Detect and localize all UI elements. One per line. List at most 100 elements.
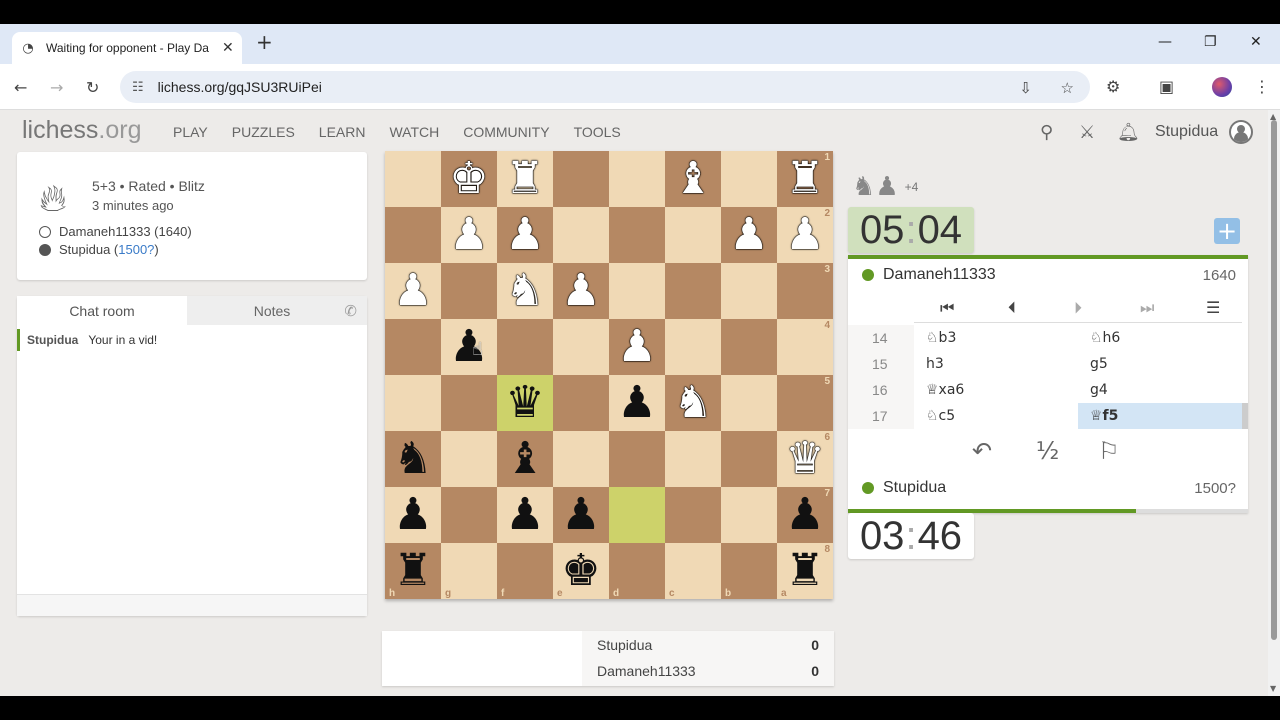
new-tab-icon[interactable]: + bbox=[256, 30, 273, 54]
minimize-icon[interactable]: — bbox=[1158, 34, 1172, 50]
board-square[interactable] bbox=[385, 319, 441, 375]
board-square[interactable] bbox=[609, 263, 665, 319]
black-rook-icon[interactable]: ♜ bbox=[393, 543, 432, 599]
board-square[interactable] bbox=[385, 151, 441, 207]
board-square[interactable] bbox=[721, 487, 777, 543]
board-square[interactable] bbox=[665, 207, 721, 263]
scroll-thumb[interactable] bbox=[1271, 120, 1277, 640]
board-square[interactable] bbox=[441, 431, 497, 487]
user-avatar-icon[interactable] bbox=[1229, 120, 1253, 144]
board-square[interactable]: 3 bbox=[777, 263, 833, 319]
white-king-icon[interactable]: ♚ bbox=[449, 151, 488, 207]
board-square[interactable] bbox=[665, 431, 721, 487]
first-move-icon[interactable]: ⏮ bbox=[940, 298, 954, 318]
board-square[interactable] bbox=[385, 375, 441, 431]
board-square[interactable]: d bbox=[609, 543, 665, 599]
board-square[interactable]: ♟ bbox=[441, 207, 497, 263]
board-square[interactable] bbox=[441, 263, 497, 319]
page-scrollbar[interactable]: ▲ ▼ bbox=[1268, 110, 1280, 696]
board-square[interactable]: ♟ bbox=[609, 319, 665, 375]
nav-learn[interactable]: LEARN bbox=[319, 124, 366, 140]
chess-board[interactable]: ♚ ♜ ♝ ♜ 1 ♟ ♟ ♟ ♟ 2 ♟ ♞ ♟ 3 ♟ ♟ 4 ♛ ♟ ♞ 5 ♞ ♝ ♛ 6 ♟ ♟ ♟ ♟ 7 ♜ h g f ♚ e d c b ♜… bbox=[385, 151, 833, 599]
white-bishop-icon[interactable]: ♝ bbox=[673, 151, 712, 207]
notifications-bell-icon[interactable]: 🔔︎ bbox=[1117, 122, 1140, 143]
board-square[interactable]: ♟ bbox=[609, 375, 665, 431]
black-queen-icon[interactable]: ♛ bbox=[505, 375, 544, 431]
browser-tab[interactable]: ◔ Waiting for opponent - Play Da ✕ bbox=[12, 32, 242, 64]
board-square[interactable] bbox=[553, 431, 609, 487]
scroll-down-icon[interactable]: ▼ bbox=[1270, 684, 1276, 693]
white-pawn-icon[interactable]: ♟ bbox=[505, 207, 544, 263]
move-list-scrollbar[interactable] bbox=[1242, 403, 1248, 429]
close-window-icon[interactable]: ✕ bbox=[1250, 34, 1262, 50]
board-square[interactable] bbox=[553, 207, 609, 263]
black-knight-icon[interactable]: ♞ bbox=[393, 431, 432, 487]
board-square[interactable] bbox=[721, 319, 777, 375]
resign-flag-icon[interactable]: ⚐ bbox=[1098, 437, 1120, 465]
menu-dots-icon[interactable]: ⋮ bbox=[1254, 77, 1270, 96]
white-rook-icon[interactable]: ♜ bbox=[785, 151, 824, 207]
board-square[interactable] bbox=[609, 151, 665, 207]
address-bar[interactable]: ☷ lichess.org/gqJSU3RUiPei ⇩ ☆ bbox=[120, 71, 1090, 103]
player-bottom[interactable]: Stupidua 1500? bbox=[848, 472, 1248, 504]
board-square[interactable] bbox=[721, 375, 777, 431]
board-square[interactable] bbox=[385, 207, 441, 263]
board-square[interactable]: ♞ bbox=[385, 431, 441, 487]
board-square[interactable]: ♝ bbox=[497, 431, 553, 487]
board-square[interactable]: ♞ bbox=[665, 375, 721, 431]
bookmark-star-icon[interactable]: ☆ bbox=[1061, 79, 1074, 97]
board-square[interactable] bbox=[665, 319, 721, 375]
board-square[interactable]: ♟ bbox=[497, 487, 553, 543]
move-white[interactable]: ♘c5 bbox=[914, 403, 1078, 429]
board-square[interactable] bbox=[609, 487, 665, 543]
move-black[interactable]: g5 bbox=[1078, 351, 1242, 377]
board-square[interactable]: b bbox=[721, 543, 777, 599]
nav-community[interactable]: COMMUNITY bbox=[463, 124, 549, 140]
board-square[interactable] bbox=[553, 151, 609, 207]
board-square[interactable]: ♛ 6 bbox=[777, 431, 833, 487]
chat-input[interactable] bbox=[17, 594, 367, 616]
board-square[interactable]: 4 bbox=[777, 319, 833, 375]
board-square[interactable]: f bbox=[497, 543, 553, 599]
white-pawn-icon[interactable]: ♟ bbox=[729, 207, 768, 263]
board-square[interactable] bbox=[553, 375, 609, 431]
board-square[interactable]: ♚ bbox=[441, 151, 497, 207]
prev-move-icon[interactable]: ⏴ bbox=[1008, 298, 1016, 318]
white-pawn-icon[interactable]: ♟ bbox=[617, 319, 656, 375]
player-top[interactable]: Damaneh11333 1640 bbox=[848, 259, 1248, 291]
white-pawn-icon[interactable]: ♟ bbox=[449, 207, 488, 263]
board-square[interactable]: ♜ 1 bbox=[777, 151, 833, 207]
board-square[interactable]: ♟ bbox=[385, 263, 441, 319]
user-menu[interactable]: Stupidua bbox=[1155, 123, 1218, 141]
chat-message-user[interactable]: Stupidua bbox=[27, 333, 78, 347]
move-black-current[interactable]: ♕f5 bbox=[1078, 403, 1242, 429]
black-pawn-icon[interactable]: ♟ bbox=[561, 487, 600, 543]
nav-tools[interactable]: TOOLS bbox=[574, 124, 621, 140]
add-time-plus-icon[interactable]: + bbox=[1214, 217, 1240, 245]
move-white[interactable]: ♘b3 bbox=[914, 325, 1078, 351]
tab-notes[interactable]: Notes bbox=[187, 296, 357, 325]
nav-play[interactable]: PLAY bbox=[173, 124, 208, 140]
challenge-swords-icon[interactable]: ⚔ bbox=[1079, 122, 1095, 143]
black-bishop-icon[interactable]: ♝ bbox=[505, 431, 544, 487]
profile-avatar[interactable] bbox=[1212, 77, 1232, 97]
black-pawn-icon[interactable]: ♟ bbox=[505, 487, 544, 543]
board-square[interactable]: ♚ e bbox=[553, 543, 609, 599]
site-logo[interactable]: lichess.org bbox=[22, 116, 142, 145]
nav-watch[interactable]: WATCH bbox=[389, 124, 439, 140]
reload-icon[interactable]: ↻ bbox=[86, 78, 99, 97]
black-pawn-icon[interactable]: ♟ bbox=[393, 487, 432, 543]
board-square[interactable]: ♜ bbox=[497, 151, 553, 207]
offer-draw-icon[interactable]: ½ bbox=[1036, 437, 1059, 465]
meta-white-player[interactable]: Damaneh11333 (1640) bbox=[39, 224, 192, 239]
board-square[interactable]: ♟ 2 bbox=[777, 207, 833, 263]
board-square[interactable]: ♝ bbox=[665, 151, 721, 207]
black-pawn-icon[interactable]: ♟ bbox=[617, 375, 656, 431]
voice-chat-icon[interactable]: ✆ bbox=[344, 302, 357, 320]
board-square[interactable]: ♛ bbox=[497, 375, 553, 431]
board-square[interactable] bbox=[609, 207, 665, 263]
forward-icon[interactable]: → bbox=[50, 78, 63, 97]
last-move-icon[interactable]: ⏭ bbox=[1140, 298, 1154, 318]
extensions-icon[interactable]: ⚙ bbox=[1106, 77, 1120, 96]
board-square[interactable]: ♟ bbox=[497, 207, 553, 263]
